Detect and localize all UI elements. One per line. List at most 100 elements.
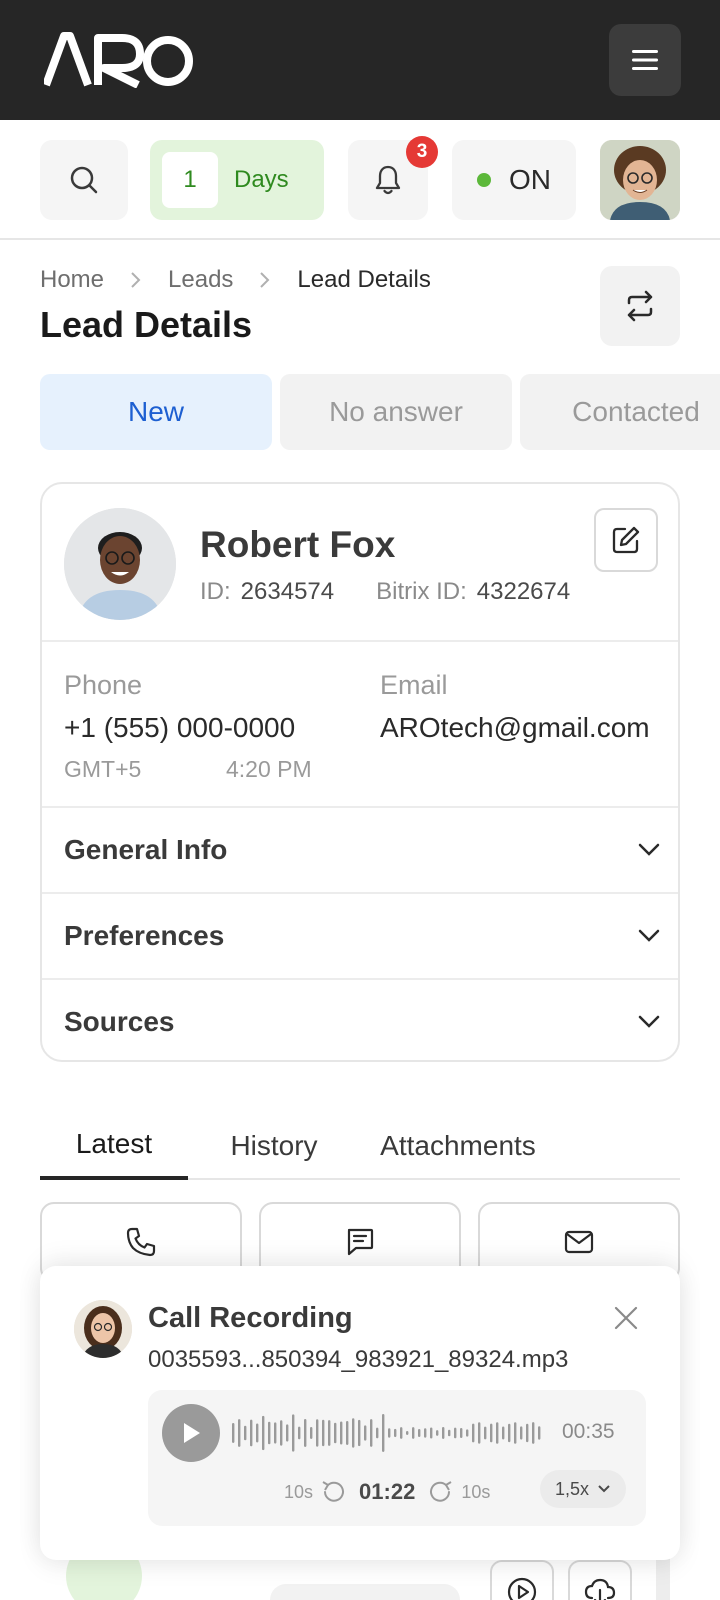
waveform-bar	[502, 1426, 505, 1440]
top-toolbar: 1 Days 3 ON	[0, 120, 720, 240]
play-circle-icon	[507, 1577, 537, 1600]
accordion-preferences[interactable]: Preferences	[42, 894, 678, 978]
download-cloud-icon	[584, 1578, 616, 1600]
lead-avatar	[64, 508, 176, 620]
user-avatar[interactable]	[600, 140, 680, 220]
bitrix-id-label: Bitrix ID:	[376, 578, 467, 605]
waveform-bar	[340, 1421, 343, 1445]
waveform-bar	[352, 1418, 355, 1448]
waveform-bar	[310, 1427, 313, 1439]
page-title: Lead Details	[40, 304, 253, 345]
days-count: 1	[162, 152, 218, 208]
chevron-right-icon	[259, 271, 271, 289]
assignee-chip	[270, 1584, 460, 1600]
waveform-bar	[436, 1430, 439, 1436]
skip-back-label: 10s	[284, 1481, 314, 1502]
rewind-icon[interactable]	[319, 1478, 347, 1506]
tab-attachments[interactable]: Attachments	[366, 1112, 550, 1180]
waveform-bar	[274, 1422, 277, 1444]
notifications-button[interactable]: 3	[348, 136, 438, 220]
waveform-bar	[304, 1419, 307, 1447]
chevron-right-icon	[130, 271, 142, 289]
accordion-sources[interactable]: Sources	[42, 980, 678, 1060]
playback-controls: 10s 01:22 10s	[284, 1474, 490, 1510]
waveform-bar	[394, 1428, 397, 1438]
waveform-bar	[538, 1426, 541, 1440]
waveform-bar	[454, 1427, 457, 1439]
current-time: 01:22	[359, 1479, 416, 1504]
divider	[42, 640, 678, 642]
skip-forward-label: 10s	[461, 1481, 491, 1502]
playback-speed-select[interactable]: 1,5x	[540, 1470, 626, 1508]
days-label: Days	[234, 166, 289, 193]
message-icon	[347, 1228, 374, 1256]
aro-logo[interactable]	[44, 32, 194, 88]
waveform-bar	[424, 1428, 427, 1438]
play-icon	[184, 1423, 200, 1443]
swap-icon	[627, 290, 653, 322]
breadcrumb-leads[interactable]: Leads	[168, 266, 233, 294]
search-icon	[70, 166, 98, 194]
play-record-button[interactable]	[490, 1560, 554, 1600]
close-icon	[614, 1306, 638, 1330]
accordion-general-info[interactable]: General Info	[42, 808, 678, 892]
waveform-bar	[406, 1430, 409, 1436]
waveform-bar	[508, 1423, 511, 1443]
switch-lead-button[interactable]	[600, 266, 680, 346]
tab-history[interactable]: History	[208, 1112, 340, 1180]
waveform-bar	[490, 1423, 493, 1443]
waveform-bar	[442, 1427, 445, 1439]
play-button[interactable]	[162, 1404, 220, 1462]
waveform-bar	[484, 1426, 487, 1440]
content-tabs: Latest History Attachments	[40, 1112, 680, 1180]
waveform-bar	[382, 1414, 385, 1452]
tab-latest[interactable]: Latest	[40, 1112, 188, 1180]
days-counter[interactable]: 1 Days	[150, 140, 324, 220]
edit-lead-button[interactable]	[594, 508, 658, 572]
chevron-down-icon	[638, 1015, 660, 1028]
waveform-bar	[232, 1423, 235, 1443]
download-button[interactable]	[568, 1560, 632, 1600]
waveform-bar	[466, 1429, 469, 1437]
caller-avatar	[74, 1300, 132, 1358]
phone-icon	[126, 1227, 156, 1257]
mail-icon	[564, 1230, 594, 1254]
email-value[interactable]: AROtech@gmail.com	[380, 712, 650, 744]
breadcrumb-home[interactable]: Home	[40, 266, 104, 294]
phone-value[interactable]: +1 (555) 000-0000	[64, 712, 295, 744]
waveform-bar	[358, 1419, 361, 1447]
notification-badge: 3	[406, 136, 438, 168]
waveform-bar	[370, 1419, 373, 1447]
recording-filename: 0035593...850394_983921_89324.mp3	[148, 1346, 569, 1373]
waveform-bar	[298, 1426, 301, 1440]
local-time: 4:20 PM	[226, 756, 312, 782]
timezone: GMT+5	[64, 756, 142, 782]
waveform-bar	[256, 1423, 259, 1443]
waveform-bar	[418, 1428, 421, 1438]
status-tab-no-answer[interactable]: No answer	[280, 374, 512, 450]
forward-icon[interactable]	[427, 1478, 455, 1506]
status-dot	[477, 173, 491, 187]
close-button[interactable]	[610, 1302, 642, 1334]
search-button[interactable]	[40, 140, 128, 220]
waveform-bar	[532, 1422, 535, 1444]
menu-button[interactable]	[609, 24, 681, 96]
waveform-bar	[262, 1415, 265, 1451]
status-tab-contacted[interactable]: Contacted	[520, 374, 720, 450]
waveform-bar	[400, 1427, 403, 1439]
accordion-title: Sources	[64, 1006, 175, 1037]
waveform-bar	[520, 1426, 523, 1440]
waveform-bar	[286, 1424, 289, 1442]
status-tab-new[interactable]: New	[40, 374, 272, 450]
chevron-down-icon	[598, 1485, 610, 1493]
online-status-toggle[interactable]: ON	[452, 140, 576, 220]
bell-icon	[375, 165, 401, 195]
waveform-bar	[244, 1425, 247, 1441]
recording-duration: 00:35	[562, 1420, 615, 1443]
waveform[interactable]	[230, 1408, 546, 1458]
waveform-bar	[292, 1414, 295, 1452]
waveform-bar	[412, 1427, 415, 1439]
accordion-title: General Info	[64, 834, 228, 865]
user-avatar-photo	[600, 140, 680, 220]
waveform-bar	[268, 1421, 271, 1445]
